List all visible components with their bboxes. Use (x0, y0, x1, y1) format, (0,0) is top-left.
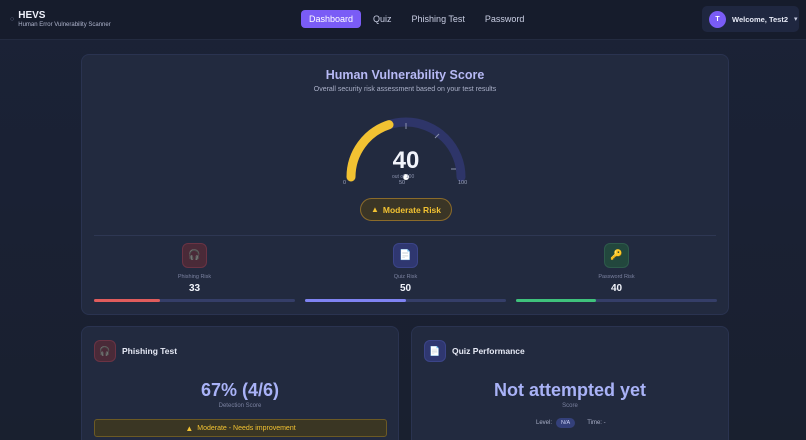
banner-text: Moderate - Needs improvement (197, 424, 296, 432)
nav-dashboard[interactable]: Dashboard (301, 10, 362, 28)
document-icon: 📄 (424, 340, 446, 362)
divider (94, 235, 716, 236)
level-label: Level: (536, 420, 553, 426)
headphones-icon: 🎧 (182, 243, 207, 268)
welcome-text: Welcome, Test2 (732, 14, 788, 24)
warning-icon: ▲ (370, 205, 379, 214)
chevron-down-icon: ▾ (794, 16, 798, 23)
vulnerability-score-card: Human Vulnerability Score Overall securi… (81, 54, 729, 315)
metric-label: Quiz Risk (393, 274, 418, 280)
quiz-score-value: Not attempted yet (493, 380, 646, 400)
card-title: Phishing Test (122, 346, 178, 356)
gauge-tick-50: 50 (399, 180, 406, 186)
metric-bar-track (94, 299, 295, 302)
quiz-score-label: Score (562, 403, 578, 409)
metric-bar-fill (305, 299, 406, 302)
level-badge: N/A (556, 418, 576, 428)
key-icon: 🔑 (604, 243, 629, 268)
phishing-score-value: 67% (4/6) (200, 380, 280, 400)
score-subtitle: Overall security risk assessment based o… (313, 86, 497, 93)
top-navbar: ○ HEVS Human Error Vulnerability Scanner… (0, 0, 806, 40)
headphones-icon: 🎧 (94, 340, 116, 362)
user-menu-button[interactable]: T Welcome, Test2 ▾ (702, 6, 799, 32)
metric-bar-track (516, 299, 717, 302)
card-title: Quiz Performance (452, 346, 525, 356)
time-label: Time: - (587, 420, 606, 426)
risk-level-badge: ▲ Moderate Risk (360, 198, 452, 221)
risk-level-text: Moderate Risk (382, 204, 442, 215)
phishing-score-label: Detection Score (218, 403, 262, 409)
metric-label: Password Risk (598, 274, 635, 280)
quiz-performance-card: 📄 Quiz Performance Not attempted yet Sco… (411, 326, 729, 440)
nav-phishing-test[interactable]: Phishing Test (404, 10, 473, 28)
avatar: T (709, 10, 726, 28)
metric-value: 33 (188, 283, 201, 294)
metric-bar-fill (94, 299, 161, 302)
nav-links: Dashboard Quiz Phishing Test Password (301, 10, 536, 28)
gauge-tick-100: 100 (458, 180, 468, 186)
warning-icon: ▲ (185, 423, 194, 433)
score-value: 40 (392, 147, 420, 174)
score-title: Human Vulnerability Score (325, 68, 485, 82)
phishing-test-card: 🎧 Phishing Test 67% (4/6) Detection Scor… (81, 326, 399, 440)
metric-value: 50 (399, 283, 412, 294)
nav-quiz[interactable]: Quiz (365, 10, 400, 28)
brand-title: HEVS (18, 10, 46, 21)
metric-label: Phishing Risk (177, 274, 212, 280)
brand-subtitle: Human Error Vulnerability Scanner (18, 22, 111, 28)
shield-icon: ○ (10, 16, 15, 23)
document-icon: 📄 (393, 243, 418, 268)
metric-password-risk: 🔑 Password Risk 40 (516, 243, 717, 303)
metric-value: 40 (610, 283, 623, 294)
nav-password[interactable]: Password (477, 10, 533, 28)
metric-phishing-risk: 🎧 Phishing Risk 33 (94, 243, 295, 303)
phishing-status-banner: ▲ Moderate - Needs improvement (94, 419, 387, 437)
quiz-meta-row: Level: N/A Time: - (536, 418, 606, 428)
brand[interactable]: ○ HEVS Human Error Vulnerability Scanner (10, 11, 111, 30)
metric-bar-track (305, 299, 506, 302)
metric-bar-fill (516, 299, 597, 302)
metric-quiz-risk: 📄 Quiz Risk 50 (305, 243, 506, 303)
gauge-tick-0: 0 (343, 180, 347, 186)
